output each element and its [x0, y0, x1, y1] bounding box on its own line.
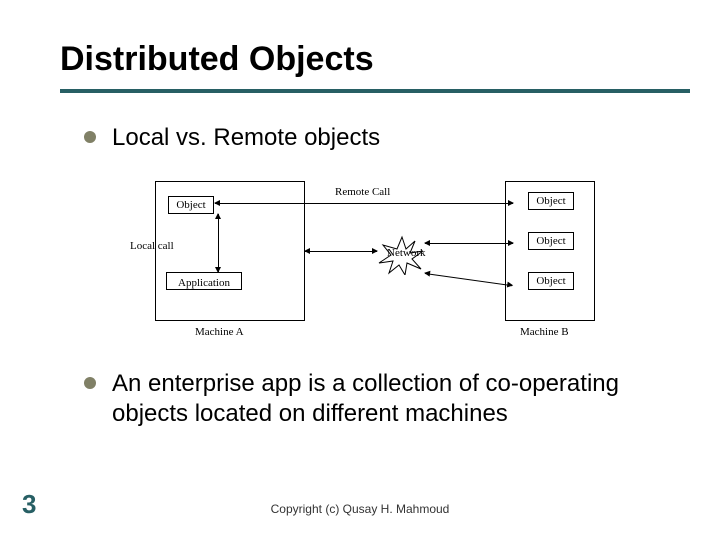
machine-a-label: Machine A	[195, 326, 244, 338]
bullet-1: Local vs. Remote objects	[84, 123, 670, 153]
object-b2-box: Object	[528, 232, 574, 250]
machine-b-box: Object Object Object	[505, 181, 595, 321]
bullet-2-text: An enterprise app is a collection of co-…	[112, 369, 670, 429]
slide: Distributed Objects Local vs. Remote obj…	[0, 0, 720, 540]
title-rule	[60, 89, 690, 93]
diagram-inner: Object Application Local call Machine A …	[125, 181, 625, 341]
remote-call-arrow	[215, 203, 513, 204]
machine-a-box: Object Application Local call	[155, 181, 305, 321]
remote-call-label: Remote Call	[335, 186, 390, 198]
object-b1-box: Object	[528, 192, 574, 210]
bullet-dot-icon	[84, 377, 96, 389]
object-b3-box: Object	[528, 272, 574, 290]
network-to-b-arrow-2	[425, 273, 512, 286]
bullet-2: An enterprise app is a collection of co-…	[84, 369, 670, 429]
slide-title: Distributed Objects	[60, 40, 690, 79]
machine-b-label: Machine B	[520, 326, 569, 338]
bullet-dot-icon	[84, 131, 96, 143]
machine-a-to-network-arrow	[305, 251, 377, 252]
network-label: Network	[387, 247, 426, 259]
application-box: Application	[166, 272, 242, 290]
network-to-b-arrow-1	[425, 243, 513, 244]
footer-copyright: Copyright (c) Qusay H. Mahmoud	[0, 502, 720, 516]
bullet-1-text: Local vs. Remote objects	[112, 123, 380, 153]
local-call-arrow	[218, 214, 219, 272]
local-call-label: Local call	[130, 240, 174, 252]
diagram: Object Application Local call Machine A …	[60, 181, 690, 341]
object-a-box: Object	[168, 196, 214, 214]
